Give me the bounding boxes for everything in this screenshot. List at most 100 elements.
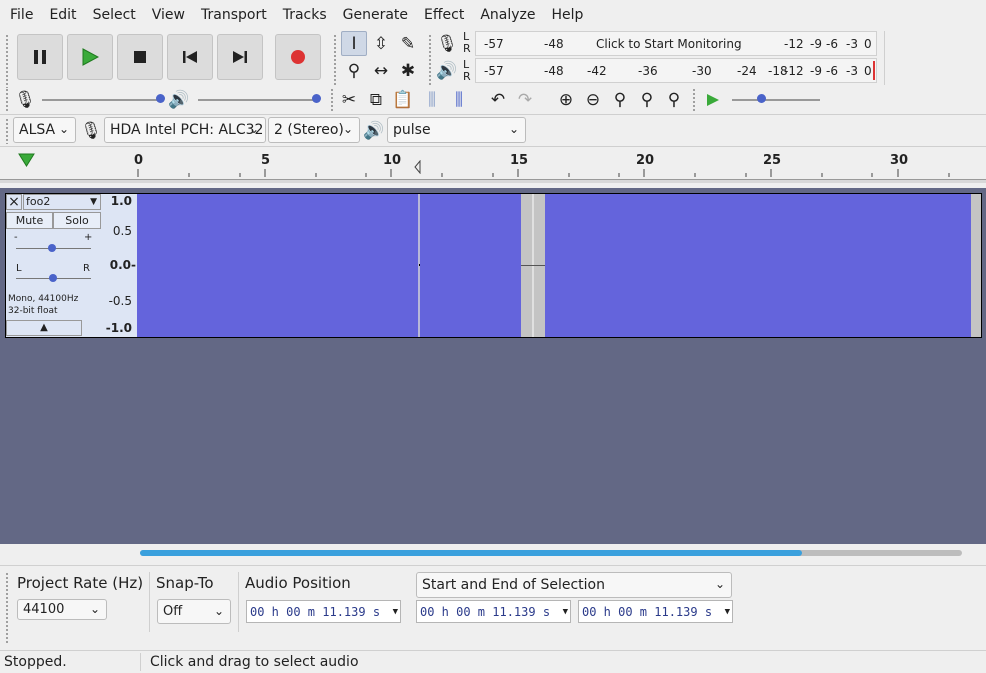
menu-view[interactable]: View [144, 0, 193, 30]
slider-thumb[interactable] [49, 274, 57, 282]
gain-slider[interactable] [16, 244, 91, 252]
toolbar-area: I ⇳ ✎ ⚲ ↔ ✱ 🎙 L R -57 -48 Click to Start… [0, 30, 986, 146]
record-button[interactable] [275, 34, 321, 80]
chevron-down-icon[interactable]: ▼ [563, 607, 568, 617]
zoom-tool-icon[interactable]: ⚲ [341, 58, 367, 83]
slider-thumb[interactable] [312, 94, 321, 103]
zero-line [419, 264, 420, 266]
skip-to-start-button[interactable] [167, 34, 213, 80]
collapse-track-icon[interactable]: ▲ [6, 320, 82, 336]
record-meter[interactable]: -57 -48 Click to Start Monitoring -12 -9… [475, 31, 877, 56]
record-icon [291, 50, 305, 64]
playback-device-select[interactable]: pulse ⌄ [387, 117, 526, 143]
audio-host-select[interactable]: ALSA ⌄ [13, 117, 76, 143]
solo-button[interactable]: Solo [53, 212, 101, 229]
pin-playhead-icon[interactable] [17, 152, 36, 168]
trim-icon[interactable]: ⫼ [419, 87, 445, 112]
toolbar-grip[interactable] [428, 34, 432, 86]
meter-tick: -48 [544, 64, 564, 78]
toolbar-grip[interactable] [330, 88, 334, 112]
silence-icon[interactable]: ⫼ [446, 87, 472, 112]
chevron-down-icon: ⌄ [342, 122, 353, 136]
snap-to-label: Snap-To [156, 574, 214, 592]
slider-thumb[interactable] [48, 244, 56, 252]
fit-project-icon[interactable]: ⚲ [634, 87, 660, 112]
toolbar-grip[interactable] [333, 34, 337, 86]
playback-volume-slider[interactable] [198, 94, 321, 103]
speaker-icon[interactable]: 🔊 [434, 58, 460, 83]
draw-tool-icon[interactable]: ✎ [395, 31, 421, 56]
menu-help[interactable]: Help [544, 0, 592, 30]
toolbar-grip[interactable] [5, 34, 9, 88]
skip-to-end-button[interactable] [217, 34, 263, 80]
time-shift-tool-icon[interactable]: ↔ [368, 58, 394, 83]
track-menu-arrow-icon: ▼ [90, 197, 97, 207]
redo-icon[interactable]: ↷ [512, 87, 538, 112]
play-speed-slider[interactable] [732, 94, 820, 103]
menu-effect[interactable]: Effect [416, 0, 472, 30]
meter-tick: -57 [484, 37, 504, 51]
menu-file[interactable]: File [2, 0, 41, 30]
selection-tool-icon[interactable]: I [341, 31, 367, 56]
close-track-icon[interactable]: × [6, 194, 22, 210]
amplitude-label: -0.5 [108, 294, 132, 308]
meter-tick: -3 [846, 37, 858, 51]
chevron-down-icon: ⌄ [714, 577, 725, 591]
channels-select[interactable]: 2 (Stereo) ⌄ [268, 117, 360, 143]
pan-slider[interactable] [16, 274, 91, 282]
zoom-in-icon[interactable]: ⊕ [553, 87, 579, 112]
selection-start-field[interactable]: 00 h 00 m 11.139 s ▼ [416, 600, 571, 623]
snap-to-select[interactable]: Off ⌄ [157, 599, 231, 624]
timeline-ruler[interactable]: 0 5 10 15 20 25 30 [0, 146, 986, 188]
undo-icon[interactable]: ↶ [485, 87, 511, 112]
copy-icon[interactable]: ⧉ [363, 87, 389, 112]
chevron-down-icon[interactable]: ▼ [393, 607, 398, 617]
selection-end-field[interactable]: 00 h 00 m 11.139 s ▼ [578, 600, 733, 623]
menu-select[interactable]: Select [85, 0, 144, 30]
cut-icon[interactable]: ✂ [336, 87, 362, 112]
selection-mode-value: Start and End of Selection [422, 577, 605, 593]
stop-button[interactable] [117, 34, 163, 80]
mute-button[interactable]: Mute [6, 212, 53, 229]
menu-generate[interactable]: Generate [335, 0, 416, 30]
record-volume-slider[interactable] [42, 94, 165, 103]
play-button[interactable] [67, 34, 113, 80]
toolbar-grip[interactable] [5, 118, 9, 144]
menu-transport[interactable]: Transport [193, 0, 275, 30]
recording-device-select[interactable]: HDA Intel PCH: ALC32 ⌄ [104, 117, 266, 143]
meter-tick: -57 [484, 64, 504, 78]
zoom-out-icon[interactable]: ⊖ [580, 87, 606, 112]
menu-tracks[interactable]: Tracks [275, 0, 335, 30]
project-rate-select[interactable]: 44100 ⌄ [17, 599, 107, 620]
audio-position-field[interactable]: 00 h 00 m 11.139 s ▼ [246, 600, 401, 623]
selection-mode-select[interactable]: Start and End of Selection ⌄ [416, 572, 732, 598]
multi-tool-icon[interactable]: ✱ [395, 58, 421, 83]
record-meter-prompt[interactable]: Click to Start Monitoring [596, 37, 742, 51]
slider-thumb[interactable] [156, 94, 165, 103]
pause-button[interactable] [17, 34, 63, 80]
meter-tick: -12 [784, 64, 804, 78]
menu-analyze[interactable]: Analyze [472, 0, 543, 30]
track-name-menu[interactable]: foo2 ▼ [23, 194, 101, 210]
meter-tick: -6 [826, 64, 838, 78]
playhead-marker-icon[interactable] [414, 160, 426, 174]
slider-thumb[interactable] [757, 94, 766, 103]
microphone-icon[interactable]: 🎙 [434, 31, 460, 56]
envelope-tool-icon[interactable]: ⇳ [368, 31, 394, 56]
zoom-toggle-icon[interactable]: ⚲ [661, 87, 687, 112]
horizontal-scrollbar-thumb[interactable] [140, 550, 802, 556]
chevron-down-icon[interactable]: ▼ [725, 607, 730, 617]
playback-meter[interactable]: -57 -48 -42 -36 -30 -24 -18 -12 -9 -6 -3… [475, 58, 877, 83]
toolbar-grip[interactable] [692, 88, 696, 112]
paste-icon[interactable]: 📋 [390, 87, 416, 112]
ruler-scrub-bar[interactable] [0, 179, 986, 183]
play-at-speed-button[interactable] [700, 87, 726, 112]
waveform[interactable] [137, 194, 981, 337]
track-control-panel[interactable]: × foo2 ▼ Mute Solo - + L R Mono, 44100Hz… [6, 194, 101, 337]
mic-volume-icon: 🎙 [14, 89, 36, 110]
toolbar-grip[interactable] [5, 572, 9, 644]
fit-selection-icon[interactable]: ⚲ [607, 87, 633, 112]
ruler-ticks [137, 169, 950, 177]
toolbar-grip[interactable] [5, 88, 9, 112]
menu-edit[interactable]: Edit [41, 0, 84, 30]
